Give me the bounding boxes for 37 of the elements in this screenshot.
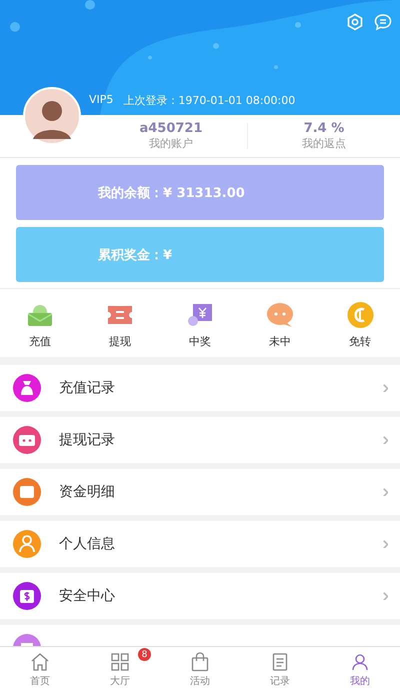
document-icon (270, 652, 290, 672)
notification-badge: 8 (138, 648, 151, 661)
settings-icon[interactable] (346, 13, 364, 31)
last-login: 上次登录：1970-01-01 08:00:00 (123, 93, 296, 108)
stat-label: 我的返点 (302, 136, 346, 151)
chevron-icon (383, 540, 388, 548)
shortcut-button[interactable]: 提现 (84, 301, 156, 349)
chevron-icon (383, 592, 388, 600)
tab-item[interactable]: 大厅 8 (80, 647, 160, 692)
stat-label: 我的账户 (149, 136, 193, 151)
menu-item[interactable]: 资金明细 (0, 469, 400, 515)
shortcut-button[interactable]: 充值 (4, 301, 76, 349)
stat-value: a450721 (139, 121, 203, 136)
stat-value: 7.4 % (304, 121, 344, 136)
tab-item[interactable]: 记录 (240, 647, 320, 692)
user-icon (350, 652, 370, 672)
coin-icon (346, 301, 374, 329)
menu-item[interactable]: 个人信息 (0, 521, 400, 567)
shortcut-button[interactable]: 免转 (324, 301, 396, 349)
shortcut-button[interactable]: 未中 (244, 301, 316, 349)
home-icon (30, 652, 50, 672)
menu-item[interactable]: 安全中心 (0, 573, 400, 619)
shortcut-button[interactable]: 中奖 (164, 301, 236, 349)
shopping-bag-icon (190, 652, 210, 672)
chat-bubble-icon (266, 301, 294, 329)
tab-item[interactable]: 首页 (0, 647, 80, 692)
menu-item[interactable]: 提现记录 (0, 417, 400, 463)
tab-item[interactable]: 我的 (320, 647, 400, 692)
grid-icon (110, 652, 130, 672)
message-icon[interactable] (374, 13, 392, 31)
chevron-icon (383, 436, 388, 444)
vip-level: VIP5 (89, 93, 114, 108)
menu-item[interactable]: 充值记录 (0, 365, 400, 411)
chevron-icon (383, 384, 388, 392)
chevron-icon (383, 488, 388, 496)
tab-item[interactable]: 活动 (160, 647, 240, 692)
yen-note-icon (187, 301, 213, 329)
